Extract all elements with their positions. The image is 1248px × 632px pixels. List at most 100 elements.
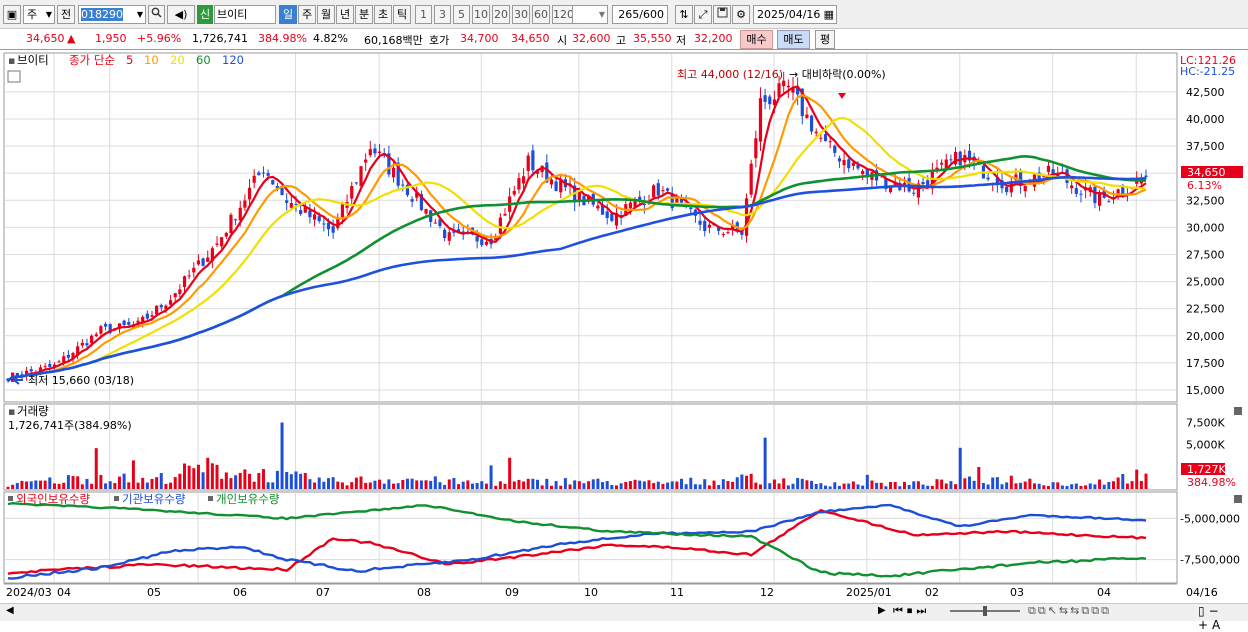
holding-close-icon[interactable] xyxy=(1234,495,1242,503)
candle-body xyxy=(721,233,725,235)
grid-toggle-icon[interactable] xyxy=(7,70,21,83)
count-field[interactable]: 265/600 xyxy=(612,5,668,24)
volume-bar xyxy=(680,478,684,489)
interval-button-3[interactable]: 10 xyxy=(472,5,490,24)
volume-bar xyxy=(800,478,804,489)
candle-body xyxy=(921,181,925,185)
volume-close-icon[interactable] xyxy=(1234,407,1242,415)
eval-button[interactable]: 평 xyxy=(815,30,835,49)
volume-bar xyxy=(549,485,553,489)
x-tick-label: 12 xyxy=(760,586,774,599)
up-arrow-icon: ▲ xyxy=(67,32,76,45)
candle-body xyxy=(150,315,154,317)
volume-bar xyxy=(614,485,618,489)
zoom-buttons[interactable]: ▯−+A xyxy=(1198,604,1248,632)
period-tab-1[interactable]: 주 xyxy=(298,5,316,24)
price-tick-label: 30,000 xyxy=(1186,221,1225,234)
interval-dropdown[interactable]: ▼ xyxy=(572,5,608,24)
volume-bar xyxy=(261,469,265,489)
prev-button[interactable]: 전 xyxy=(57,5,75,24)
panel-menu-icon[interactable]: ▪ xyxy=(8,54,15,67)
volume-bar xyxy=(243,469,247,489)
volume-bar xyxy=(782,478,786,489)
type-select[interactable]: 주 ▼ xyxy=(23,5,55,24)
chart-type-icon[interactable]: ⇅ xyxy=(675,5,693,24)
interval-button-7[interactable]: 120 xyxy=(552,5,574,24)
volume-bar xyxy=(11,484,15,489)
volume-bar xyxy=(433,476,437,489)
candle-body xyxy=(656,183,660,196)
gear-icon[interactable]: ⚙ xyxy=(732,5,750,24)
code-input[interactable]: 018290 ▼ xyxy=(78,5,146,24)
volume-bar xyxy=(582,483,586,489)
volume-bar xyxy=(526,478,530,489)
stock-name-field[interactable]: 브이티 xyxy=(214,5,276,24)
zoom-slider-thumb[interactable] xyxy=(983,606,987,616)
stock-chart[interactable]: 42,50040,00037,50035,00032,50030,00027,5… xyxy=(0,51,1248,603)
playback-controls[interactable]: ⏮⏹⏭ xyxy=(893,604,930,618)
volume-bar xyxy=(289,474,293,489)
window-menu-icon[interactable]: ▣ xyxy=(3,5,21,24)
candle-body xyxy=(861,171,865,175)
buy-button[interactable]: 매수 xyxy=(740,30,773,49)
period-tab-3[interactable]: 년 xyxy=(336,5,354,24)
volume-bar xyxy=(907,484,911,489)
sound-button[interactable]: ◀) xyxy=(167,5,195,24)
period-tab-5[interactable]: 초 xyxy=(374,5,392,24)
scroll-left-icon[interactable]: ◀ xyxy=(6,605,14,616)
volume-bar xyxy=(1121,474,1125,489)
period-tab-0[interactable]: 일 xyxy=(279,5,297,24)
volume-bar xyxy=(577,481,581,489)
volume-bar xyxy=(745,475,749,489)
volume-bar xyxy=(1074,483,1078,489)
volume-menu-icon[interactable]: ▪ xyxy=(8,405,15,418)
volume-bar xyxy=(1056,482,1060,489)
candle-body xyxy=(526,155,530,171)
x-tick-label: 08 xyxy=(417,586,431,599)
candle-body xyxy=(828,141,832,143)
search-icon[interactable] xyxy=(148,5,165,24)
volume-bar xyxy=(90,483,94,489)
volume-bar xyxy=(814,483,818,489)
candle-body xyxy=(809,115,814,132)
volume-bar xyxy=(610,485,614,489)
candle-body xyxy=(90,335,94,344)
interval-button-0[interactable]: 1 xyxy=(415,5,432,24)
period-tab-6[interactable]: 틱 xyxy=(393,5,411,24)
volume-bar xyxy=(331,477,335,489)
sell-button[interactable]: 매도 xyxy=(777,30,810,49)
drawing-tools[interactable]: ⧉⧉↖⇆⇆⧉⧉⧉ xyxy=(1028,604,1111,618)
bottom-scrollbar[interactable]: ◀ ▶ ⏮⏹⏭ ⧉⧉↖⇆⇆⧉⧉⧉ ▯−+A xyxy=(0,603,1248,632)
volume-bar xyxy=(763,437,767,489)
volume-bar xyxy=(1111,481,1115,489)
volume-bar xyxy=(902,481,906,489)
interval-button-4[interactable]: 20 xyxy=(492,5,510,24)
period-tab-4[interactable]: 분 xyxy=(355,5,373,24)
volume-bar xyxy=(1107,482,1111,489)
volume-bar xyxy=(930,485,934,489)
volume-value: 1,726,741 xyxy=(192,32,248,45)
candle-body xyxy=(768,96,772,105)
period-tab-2[interactable]: 월 xyxy=(317,5,335,24)
volume-bar xyxy=(740,474,744,489)
volume-bar xyxy=(155,477,159,489)
candle-body xyxy=(66,354,70,358)
zoom-icon[interactable]: ⤢ xyxy=(694,5,712,24)
interval-button-6[interactable]: 60 xyxy=(532,5,550,24)
scroll-right-icon[interactable]: ▶ xyxy=(878,605,886,616)
volume-bar xyxy=(1065,485,1069,489)
candle-body xyxy=(145,313,149,319)
date-field[interactable]: 2025/04/16 ▦ xyxy=(753,5,837,24)
candle-body xyxy=(758,98,763,142)
save-icon[interactable] xyxy=(713,5,731,24)
price-panel-name: 브이티 xyxy=(17,53,49,67)
price-tick-label: 22,500 xyxy=(1186,303,1225,316)
interval-button-2[interactable]: 5 xyxy=(453,5,470,24)
volume-bar xyxy=(972,480,976,489)
volume-bar xyxy=(912,481,916,489)
volume-bar xyxy=(234,475,238,489)
interval-button-1[interactable]: 3 xyxy=(434,5,451,24)
interval-button-5[interactable]: 30 xyxy=(512,5,530,24)
hc-label: HC:-21.25 xyxy=(1180,65,1235,78)
volume-bar xyxy=(113,483,117,489)
